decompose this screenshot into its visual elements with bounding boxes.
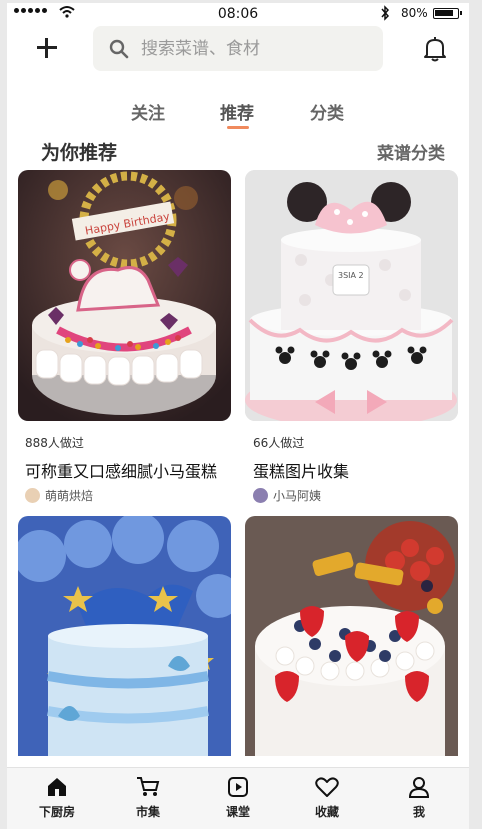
active-tab-indicator — [227, 126, 249, 129]
search-bar[interactable] — [93, 26, 383, 71]
tab-following-label: 关注 — [131, 104, 165, 124]
recipe-categories-link[interactable]: 菜谱分类 — [377, 139, 445, 164]
recipe-image-1-graphic: Happy Birthday — [18, 170, 231, 421]
home-icon — [48, 778, 66, 796]
tab-recommended-label: 推荐 — [220, 104, 254, 124]
search-input[interactable] — [141, 38, 381, 59]
person-icon — [408, 777, 430, 798]
nav-market-label: 市集 — [135, 805, 160, 819]
recipe-title-1[interactable]: 可称重又口感细腻小马蛋糕 — [25, 458, 217, 482]
made-count-1: 888人做过 — [25, 436, 84, 450]
battery-percent: 80% — [401, 6, 428, 20]
recipe-image-1[interactable]: Happy Birthday — [18, 170, 231, 421]
nav-class-label: 课堂 — [225, 805, 250, 819]
nav-profile-label: 我 — [412, 805, 425, 819]
cart-icon — [137, 777, 160, 796]
recipe-image-2-graphic: 3SIA 2 — [245, 170, 458, 421]
avatar — [25, 488, 40, 503]
cake-plaque-text: 3SIA 2 — [338, 271, 364, 280]
nav-market[interactable]: 市集 — [118, 776, 178, 820]
status-bar: 08:06 80% — [7, 3, 469, 25]
nav-class[interactable]: 课堂 — [208, 776, 268, 820]
tab-categories-label: 分类 — [310, 104, 344, 124]
recipe-author-1[interactable]: 萌萌烘焙 — [25, 487, 93, 504]
add-recipe-button[interactable] — [34, 35, 60, 61]
recipe-image-3[interactable] — [18, 516, 231, 756]
play-icon — [228, 777, 248, 797]
recipe-author-2[interactable]: 小马阿姨 — [253, 487, 321, 504]
made-count-2: 66人做过 — [253, 436, 305, 450]
clock-text: 08:06 — [217, 6, 259, 22]
feed-tabs: 关注 推荐 分类 — [7, 99, 469, 129]
recipe-image-2[interactable]: 3SIA 2 — [245, 170, 458, 421]
recipe-title-2[interactable]: 蛋糕图片收集 — [253, 458, 349, 482]
author-name-2: 小马阿姨 — [273, 489, 322, 503]
author-name-1: 萌萌烘焙 — [45, 489, 94, 503]
tab-following[interactable]: 关注 — [131, 99, 165, 124]
tab-categories[interactable]: 分类 — [310, 99, 344, 124]
nav-profile[interactable]: 我 — [389, 776, 449, 820]
heart-icon — [315, 777, 339, 797]
bottom-navigation: 下厨房 市集 课堂 收藏 我 — [7, 767, 469, 829]
avatar — [253, 488, 268, 503]
bluetooth-icon — [381, 5, 390, 21]
search-icon — [109, 39, 129, 58]
notification-bell-icon[interactable] — [423, 36, 447, 62]
app-screen: 08:06 80% 关注 推荐 分类 为你推荐 菜谱分类 — [7, 3, 469, 829]
section-title: 为你推荐 — [41, 142, 118, 164]
recipe-image-3-graphic — [18, 516, 231, 756]
tab-recommended[interactable]: 推荐 — [220, 99, 254, 129]
nav-favorites[interactable]: 收藏 — [297, 776, 357, 820]
recipe-image-4[interactable] — [245, 516, 458, 756]
nav-home[interactable]: 下厨房 — [27, 776, 87, 820]
recipe-image-4-graphic — [245, 516, 458, 756]
nav-home-label: 下厨房 — [38, 805, 75, 819]
battery-icon — [433, 8, 462, 19]
nav-favorites-label: 收藏 — [314, 805, 339, 819]
